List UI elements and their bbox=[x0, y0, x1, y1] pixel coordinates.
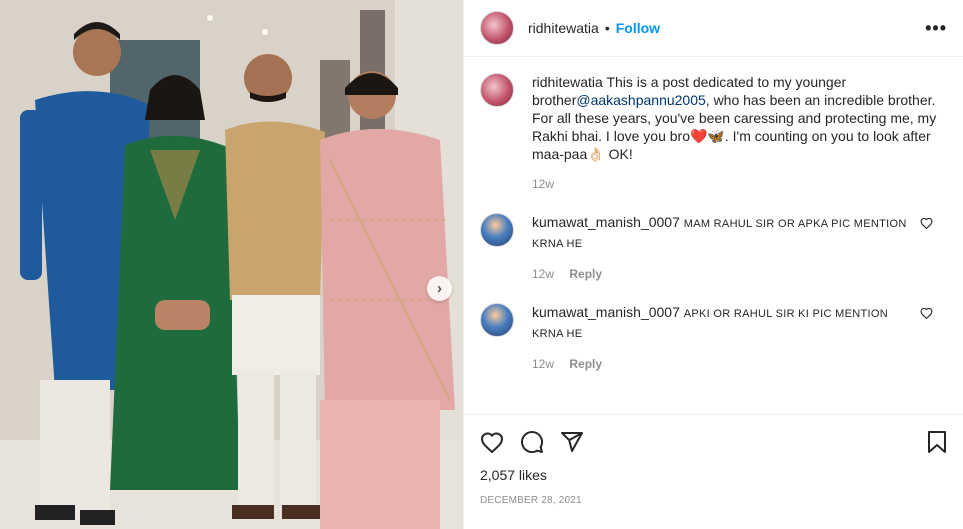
post-sidebar: ridhitewatia • Follow ••• ridhitewatia T… bbox=[463, 0, 963, 529]
instagram-post: › ridhitewatia • Follow ••• ridhitewatia… bbox=[0, 0, 963, 529]
actions-section: 2,057 likes DECEMBER 28, 2021 bbox=[464, 414, 963, 529]
caption-text-part: OK! bbox=[604, 146, 633, 162]
family-photo-illustration bbox=[0, 0, 463, 529]
reply-button[interactable]: Reply bbox=[569, 267, 602, 281]
post-date[interactable]: DECEMBER 28, 2021 bbox=[480, 495, 947, 506]
comment-meta: 12w Reply bbox=[532, 357, 947, 371]
ok-hand-emoji: 👌🏻 bbox=[587, 146, 605, 162]
comment-time[interactable]: 12w bbox=[532, 357, 554, 371]
avatar[interactable] bbox=[480, 73, 514, 107]
caption-username[interactable]: ridhitewatia bbox=[532, 74, 603, 90]
comment-username[interactable]: kumawat_manish_0007 bbox=[532, 304, 680, 320]
caption-text: ridhitewatia This is a post dedicated to… bbox=[532, 73, 947, 163]
more-icon[interactable]: ••• bbox=[925, 18, 947, 39]
avatar[interactable] bbox=[480, 213, 514, 247]
reply-button[interactable]: Reply bbox=[569, 357, 602, 371]
comment-item: kumawat_manish_0007 MAM RAHUL SIR OR APK… bbox=[480, 213, 947, 281]
follow-button[interactable]: Follow bbox=[616, 20, 660, 36]
comment-heart-icon[interactable] bbox=[920, 217, 933, 232]
avatar[interactable] bbox=[480, 11, 514, 45]
caption: ridhitewatia This is a post dedicated to… bbox=[480, 73, 947, 191]
next-photo-button[interactable]: › bbox=[427, 276, 452, 301]
chevron-right-icon: › bbox=[437, 280, 442, 297]
caption-meta: 12w bbox=[532, 177, 947, 191]
comment-meta: 12w Reply bbox=[532, 267, 947, 281]
comment-username[interactable]: kumawat_manish_0007 bbox=[532, 214, 680, 230]
comment-heart-icon[interactable] bbox=[920, 307, 933, 322]
action-bar bbox=[480, 427, 947, 457]
comment-text: kumawat_manish_0007 APKI OR RAHUL SIR KI… bbox=[532, 303, 947, 343]
comment-item: kumawat_manish_0007 APKI OR RAHUL SIR KI… bbox=[480, 303, 947, 371]
comment-icon[interactable] bbox=[520, 430, 544, 454]
comment-time[interactable]: 12w bbox=[532, 267, 554, 281]
caption-time[interactable]: 12w bbox=[532, 177, 554, 191]
comments-section: ridhitewatia This is a post dedicated to… bbox=[464, 57, 963, 414]
share-icon[interactable] bbox=[560, 430, 584, 454]
bookmark-icon[interactable] bbox=[927, 430, 947, 454]
header-username[interactable]: ridhitewatia bbox=[528, 20, 599, 36]
likes-count[interactable]: 2,057 likes bbox=[480, 467, 947, 483]
post-header: ridhitewatia • Follow ••• bbox=[464, 0, 963, 57]
post-photo[interactable]: › bbox=[0, 0, 463, 529]
separator-dot: • bbox=[604, 20, 610, 36]
caption-mention-link[interactable]: @aakashpannu2005 bbox=[576, 92, 705, 108]
heart-icon[interactable] bbox=[480, 431, 504, 453]
comment-text: kumawat_manish_0007 MAM RAHUL SIR OR APK… bbox=[532, 213, 947, 253]
avatar[interactable] bbox=[480, 303, 514, 337]
heart-butterfly-emoji: ❤️🦋 bbox=[689, 128, 725, 144]
